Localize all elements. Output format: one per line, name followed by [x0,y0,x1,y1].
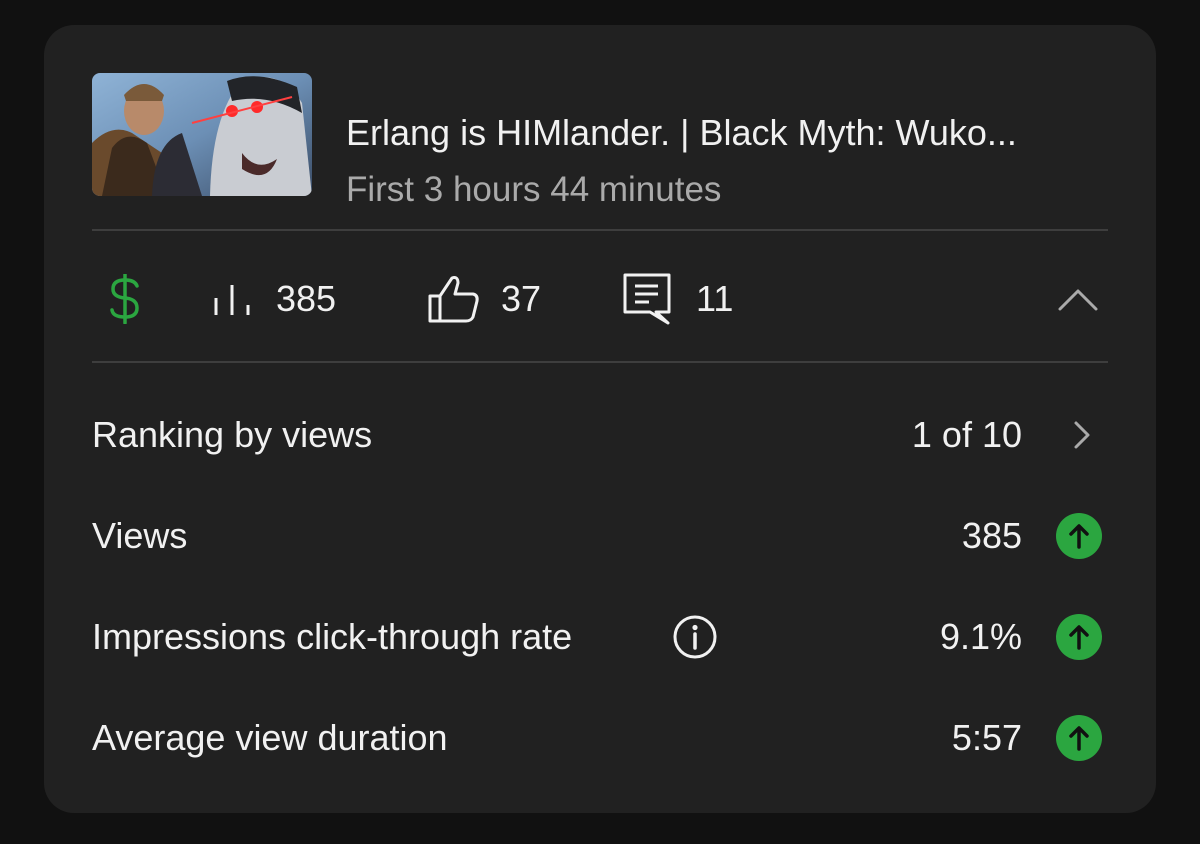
collapse-button[interactable] [1056,279,1100,319]
views-count: 385 [276,278,337,319]
monetization-status[interactable] [108,235,142,363]
metric-label: Impressions click-through rate [92,616,573,657]
stats-bar: 385 37 11 [92,235,1108,363]
metric-value: 1 of 10 [911,414,1022,455]
video-header[interactable]: Erlang is HIMlander. | Black Myth: Wuko.… [92,73,1108,209]
likes-stat[interactable]: 37 [427,235,541,363]
bar-chart-icon [214,285,250,315]
thumbs-up-icon [428,276,479,323]
video-time-range: First 3 hours 44 minutes [346,170,722,209]
divider [92,229,1108,231]
comment-icon [623,273,671,325]
metric-value: 5:57 [951,717,1022,758]
ctr-row: Impressions click-through rate 9.1% [92,587,1108,687]
chevron-up-icon [1058,289,1098,311]
video-thumbnail[interactable] [92,73,312,196]
metric-label: Ranking by views [92,414,373,455]
video-title[interactable]: Erlang is HIMlander. | Black Myth: Wuko.… [346,111,1106,155]
avg-duration-row: Average view duration 5:57 [92,688,1108,788]
ranking-row[interactable]: Ranking by views 1 of 10 [92,385,1108,485]
likes-count: 37 [501,278,542,319]
metric-value: 385 [961,515,1022,556]
info-icon[interactable] [672,614,718,660]
comments-stat[interactable]: 11 [622,235,733,363]
video-analytics-card: Erlang is HIMlander. | Black Myth: Wuko.… [44,25,1156,813]
arrow-up-circle-icon [1056,513,1102,559]
divider [92,361,1108,363]
arrow-up-circle-icon [1056,715,1102,761]
comments-count: 11 [696,278,734,319]
arrow-up-circle-icon [1056,614,1102,660]
metric-label: Views [92,515,188,556]
metric-value: 9.1% [939,616,1022,657]
views-stat[interactable]: 385 [212,235,336,363]
metric-label: Average view duration [92,717,448,758]
dollar-icon [110,274,139,324]
views-row: Views 385 [92,486,1108,586]
chevron-right-icon [1074,421,1090,449]
